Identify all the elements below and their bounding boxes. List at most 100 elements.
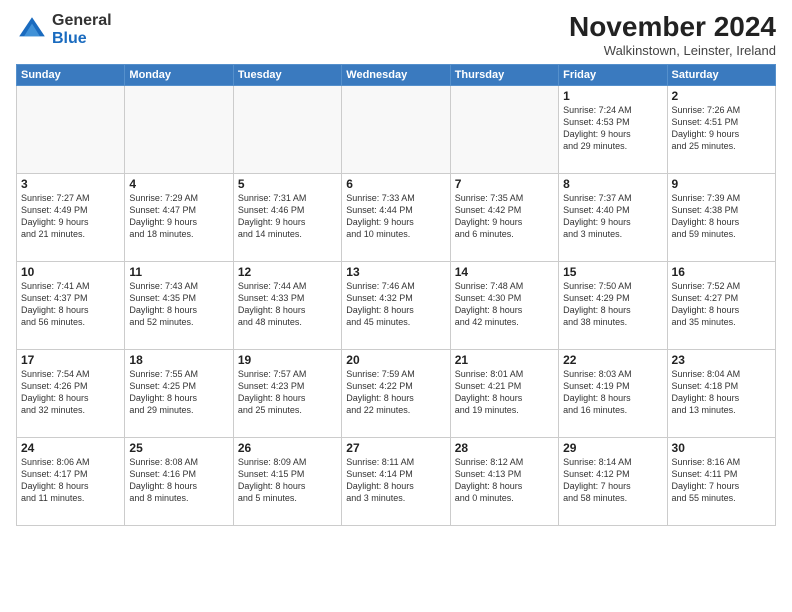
day-number: 25: [129, 441, 228, 455]
calendar-week-3: 17Sunrise: 7:54 AM Sunset: 4:26 PM Dayli…: [17, 349, 776, 437]
day-number: 5: [238, 177, 337, 191]
day-info: Sunrise: 7:31 AM Sunset: 4:46 PM Dayligh…: [238, 192, 337, 241]
weekday-header-thursday: Thursday: [450, 64, 558, 85]
calendar-cell: 15Sunrise: 7:50 AM Sunset: 4:29 PM Dayli…: [559, 261, 667, 349]
day-number: 22: [563, 353, 662, 367]
weekday-header-row: SundayMondayTuesdayWednesdayThursdayFrid…: [17, 64, 776, 85]
calendar-cell: 22Sunrise: 8:03 AM Sunset: 4:19 PM Dayli…: [559, 349, 667, 437]
calendar-cell: 6Sunrise: 7:33 AM Sunset: 4:44 PM Daylig…: [342, 173, 450, 261]
day-info: Sunrise: 8:11 AM Sunset: 4:14 PM Dayligh…: [346, 456, 445, 505]
day-number: 6: [346, 177, 445, 191]
day-number: 30: [672, 441, 771, 455]
calendar-cell: 19Sunrise: 7:57 AM Sunset: 4:23 PM Dayli…: [233, 349, 341, 437]
calendar-cell: 23Sunrise: 8:04 AM Sunset: 4:18 PM Dayli…: [667, 349, 775, 437]
calendar-cell: 5Sunrise: 7:31 AM Sunset: 4:46 PM Daylig…: [233, 173, 341, 261]
day-info: Sunrise: 7:43 AM Sunset: 4:35 PM Dayligh…: [129, 280, 228, 329]
calendar-cell: 2Sunrise: 7:26 AM Sunset: 4:51 PM Daylig…: [667, 85, 775, 173]
day-number: 15: [563, 265, 662, 279]
day-number: 28: [455, 441, 554, 455]
calendar-week-4: 24Sunrise: 8:06 AM Sunset: 4:17 PM Dayli…: [17, 437, 776, 525]
day-info: Sunrise: 8:03 AM Sunset: 4:19 PM Dayligh…: [563, 368, 662, 417]
calendar-cell: 10Sunrise: 7:41 AM Sunset: 4:37 PM Dayli…: [17, 261, 125, 349]
calendar-cell: 16Sunrise: 7:52 AM Sunset: 4:27 PM Dayli…: [667, 261, 775, 349]
calendar-cell: 28Sunrise: 8:12 AM Sunset: 4:13 PM Dayli…: [450, 437, 558, 525]
day-info: Sunrise: 7:52 AM Sunset: 4:27 PM Dayligh…: [672, 280, 771, 329]
calendar-cell: 30Sunrise: 8:16 AM Sunset: 4:11 PM Dayli…: [667, 437, 775, 525]
calendar-cell: 9Sunrise: 7:39 AM Sunset: 4:38 PM Daylig…: [667, 173, 775, 261]
calendar-cell: [17, 85, 125, 173]
day-info: Sunrise: 7:35 AM Sunset: 4:42 PM Dayligh…: [455, 192, 554, 241]
calendar-cell: 26Sunrise: 8:09 AM Sunset: 4:15 PM Dayli…: [233, 437, 341, 525]
calendar-week-1: 3Sunrise: 7:27 AM Sunset: 4:49 PM Daylig…: [17, 173, 776, 261]
day-number: 13: [346, 265, 445, 279]
day-number: 24: [21, 441, 120, 455]
weekday-header-saturday: Saturday: [667, 64, 775, 85]
day-number: 3: [21, 177, 120, 191]
day-info: Sunrise: 7:48 AM Sunset: 4:30 PM Dayligh…: [455, 280, 554, 329]
month-title: November 2024: [569, 12, 776, 43]
day-number: 21: [455, 353, 554, 367]
day-info: Sunrise: 8:09 AM Sunset: 4:15 PM Dayligh…: [238, 456, 337, 505]
calendar-cell: 13Sunrise: 7:46 AM Sunset: 4:32 PM Dayli…: [342, 261, 450, 349]
day-info: Sunrise: 7:26 AM Sunset: 4:51 PM Dayligh…: [672, 104, 771, 153]
calendar-cell: 4Sunrise: 7:29 AM Sunset: 4:47 PM Daylig…: [125, 173, 233, 261]
day-info: Sunrise: 7:29 AM Sunset: 4:47 PM Dayligh…: [129, 192, 228, 241]
day-info: Sunrise: 8:01 AM Sunset: 4:21 PM Dayligh…: [455, 368, 554, 417]
day-info: Sunrise: 7:27 AM Sunset: 4:49 PM Dayligh…: [21, 192, 120, 241]
day-info: Sunrise: 8:16 AM Sunset: 4:11 PM Dayligh…: [672, 456, 771, 505]
day-number: 8: [563, 177, 662, 191]
day-number: 29: [563, 441, 662, 455]
day-info: Sunrise: 7:54 AM Sunset: 4:26 PM Dayligh…: [21, 368, 120, 417]
calendar-cell: 14Sunrise: 7:48 AM Sunset: 4:30 PM Dayli…: [450, 261, 558, 349]
title-area: November 2024 Walkinstown, Leinster, Ire…: [569, 12, 776, 58]
calendar-cell: 11Sunrise: 7:43 AM Sunset: 4:35 PM Dayli…: [125, 261, 233, 349]
calendar-cell: 20Sunrise: 7:59 AM Sunset: 4:22 PM Dayli…: [342, 349, 450, 437]
day-info: Sunrise: 8:04 AM Sunset: 4:18 PM Dayligh…: [672, 368, 771, 417]
day-number: 12: [238, 265, 337, 279]
weekday-header-sunday: Sunday: [17, 64, 125, 85]
day-number: 4: [129, 177, 228, 191]
calendar-cell: [125, 85, 233, 173]
location: Walkinstown, Leinster, Ireland: [569, 43, 776, 58]
calendar-cell: 27Sunrise: 8:11 AM Sunset: 4:14 PM Dayli…: [342, 437, 450, 525]
weekday-header-friday: Friday: [559, 64, 667, 85]
calendar-cell: 12Sunrise: 7:44 AM Sunset: 4:33 PM Dayli…: [233, 261, 341, 349]
day-number: 14: [455, 265, 554, 279]
day-number: 19: [238, 353, 337, 367]
day-number: 17: [21, 353, 120, 367]
day-number: 7: [455, 177, 554, 191]
calendar-cell: [233, 85, 341, 173]
calendar: SundayMondayTuesdayWednesdayThursdayFrid…: [16, 64, 776, 526]
day-info: Sunrise: 8:08 AM Sunset: 4:16 PM Dayligh…: [129, 456, 228, 505]
day-info: Sunrise: 7:57 AM Sunset: 4:23 PM Dayligh…: [238, 368, 337, 417]
weekday-header-monday: Monday: [125, 64, 233, 85]
day-number: 18: [129, 353, 228, 367]
logo: General Blue: [16, 12, 112, 47]
calendar-week-0: 1Sunrise: 7:24 AM Sunset: 4:53 PM Daylig…: [17, 85, 776, 173]
logo-icon: [16, 14, 48, 46]
day-number: 27: [346, 441, 445, 455]
day-info: Sunrise: 8:06 AM Sunset: 4:17 PM Dayligh…: [21, 456, 120, 505]
day-info: Sunrise: 7:41 AM Sunset: 4:37 PM Dayligh…: [21, 280, 120, 329]
day-info: Sunrise: 7:59 AM Sunset: 4:22 PM Dayligh…: [346, 368, 445, 417]
weekday-header-wednesday: Wednesday: [342, 64, 450, 85]
calendar-cell: 8Sunrise: 7:37 AM Sunset: 4:40 PM Daylig…: [559, 173, 667, 261]
calendar-cell: 1Sunrise: 7:24 AM Sunset: 4:53 PM Daylig…: [559, 85, 667, 173]
calendar-cell: 21Sunrise: 8:01 AM Sunset: 4:21 PM Dayli…: [450, 349, 558, 437]
calendar-week-2: 10Sunrise: 7:41 AM Sunset: 4:37 PM Dayli…: [17, 261, 776, 349]
calendar-cell: 24Sunrise: 8:06 AM Sunset: 4:17 PM Dayli…: [17, 437, 125, 525]
day-info: Sunrise: 7:50 AM Sunset: 4:29 PM Dayligh…: [563, 280, 662, 329]
day-info: Sunrise: 8:12 AM Sunset: 4:13 PM Dayligh…: [455, 456, 554, 505]
header: General Blue November 2024 Walkinstown, …: [16, 12, 776, 58]
day-info: Sunrise: 8:14 AM Sunset: 4:12 PM Dayligh…: [563, 456, 662, 505]
day-number: 26: [238, 441, 337, 455]
day-number: 1: [563, 89, 662, 103]
calendar-cell: 7Sunrise: 7:35 AM Sunset: 4:42 PM Daylig…: [450, 173, 558, 261]
day-number: 11: [129, 265, 228, 279]
day-info: Sunrise: 7:24 AM Sunset: 4:53 PM Dayligh…: [563, 104, 662, 153]
day-info: Sunrise: 7:39 AM Sunset: 4:38 PM Dayligh…: [672, 192, 771, 241]
calendar-cell: 17Sunrise: 7:54 AM Sunset: 4:26 PM Dayli…: [17, 349, 125, 437]
day-info: Sunrise: 7:33 AM Sunset: 4:44 PM Dayligh…: [346, 192, 445, 241]
calendar-cell: 18Sunrise: 7:55 AM Sunset: 4:25 PM Dayli…: [125, 349, 233, 437]
calendar-cell: [450, 85, 558, 173]
